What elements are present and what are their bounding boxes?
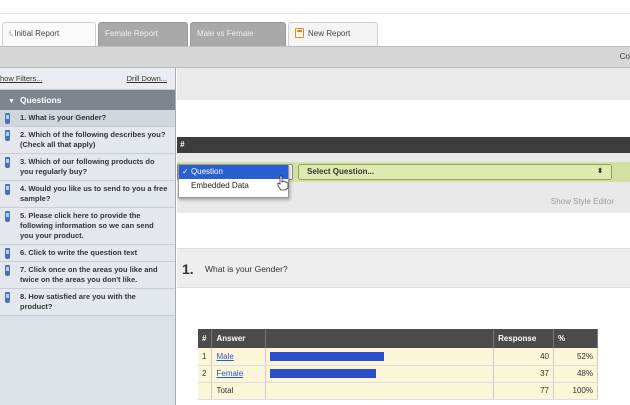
app-window: fₓInitial Report Female Report Male vs F…	[0, 0, 630, 405]
question-label: 7. Click once on the areas you like and …	[20, 265, 158, 284]
show-filters-link[interactable]: how Filters...	[0, 74, 43, 83]
question-label: 4. Would you like us to send to you a fr…	[20, 184, 168, 203]
question-icon	[5, 184, 10, 195]
new-report-icon	[295, 27, 304, 38]
option-label: Question	[190, 167, 223, 176]
sidebar-question-5[interactable]: 5. Please click here to provide the foll…	[0, 208, 175, 245]
question-select-value: Select Question...	[307, 167, 375, 176]
row-number: 1	[198, 348, 213, 366]
sidebar-question-7[interactable]: 7. Click once on the areas you like and …	[0, 262, 175, 289]
question-label: 3. Which of our following products do yo…	[20, 157, 155, 176]
report-tabs: fₓInitial Report Female Report Male vs F…	[0, 22, 630, 46]
table-row: 2 Female 37 48%	[198, 365, 598, 383]
collapse-triangle-icon: ▼	[8, 98, 15, 105]
response-count: 37	[493, 365, 555, 383]
mouse-cursor-icon	[277, 175, 289, 191]
column-header-answer: Answer	[211, 329, 267, 348]
report-header-band	[177, 68, 630, 100]
answer-cell: Male	[211, 348, 267, 366]
response-percent: 52%	[553, 348, 598, 366]
tab-initial-report[interactable]: fₓInitial Report	[2, 22, 96, 46]
answer-cell: Female	[211, 365, 267, 383]
toolbar: Co	[0, 46, 630, 68]
sidebar-question-6[interactable]: 6. Click to write the question text	[0, 245, 175, 262]
bar-cell-empty	[265, 382, 495, 400]
bar-cell	[265, 348, 495, 366]
sidebar-question-8[interactable]: 8. How satisfied are you with the produc…	[0, 289, 175, 316]
section-title: Questions	[19, 95, 62, 105]
tab-new-report[interactable]: New Report	[288, 22, 378, 46]
question-label: 8. How satisfied are you with the produc…	[20, 292, 136, 311]
menu-option-question[interactable]: ✓ Question	[179, 165, 288, 179]
item-type-dropdown-menu: ✓ Question Embedded Data	[178, 164, 289, 198]
tab-female-report[interactable]: Female Report	[98, 22, 188, 46]
menu-option-embedded-data[interactable]: Embedded Data	[179, 179, 288, 193]
question-label: 6. Click to write the question text	[20, 248, 138, 257]
question-icon	[5, 157, 10, 168]
response-count: 40	[493, 348, 555, 366]
table-total-row: Total 77 100%	[198, 382, 598, 400]
question-title-band: 1. What is your Gender?	[177, 248, 630, 288]
question-icon	[5, 130, 10, 141]
drill-down-link[interactable]: Drill Down...	[127, 74, 167, 83]
question-icon	[5, 113, 10, 124]
column-header-number: #	[198, 329, 213, 348]
column-header-response: Response	[493, 329, 555, 348]
question-number: 1.	[182, 261, 194, 277]
results-table: # Answer Response % 1 Male 40 52% 2 Fema…	[198, 329, 598, 400]
tab-label: Female Report	[105, 29, 158, 38]
column-header-percent: %	[553, 329, 598, 348]
editor-title-bar: #	[177, 137, 630, 153]
question-icon	[5, 292, 10, 303]
sidebar-question-1[interactable]: 1. What is your Gender?	[0, 110, 175, 127]
question-icon	[5, 248, 10, 259]
option-label: Embedded Data	[191, 181, 249, 190]
question-select[interactable]: Select Question... ⬍	[298, 164, 612, 180]
tab-label: Initial Report	[14, 29, 60, 38]
response-percent: 48%	[553, 365, 598, 383]
total-response: 77	[493, 382, 555, 400]
report-main: # Select Question... ⬍ ✓ Question Embedd…	[177, 68, 630, 405]
show-style-editor-link[interactable]: Show Style Editor	[551, 197, 614, 206]
questions-section-header[interactable]: ▼ Questions	[0, 90, 175, 110]
question-icon	[5, 211, 10, 222]
tab-male-vs-female[interactable]: Male vs Female	[190, 22, 286, 46]
answer-link-female[interactable]: Female	[216, 369, 243, 378]
question-label: 5. Please click here to provide the foll…	[20, 211, 154, 240]
bar-cell	[265, 365, 495, 383]
total-label: Total	[211, 382, 267, 400]
answer-link-male[interactable]: Male	[216, 352, 233, 361]
top-strip	[0, 0, 630, 14]
question-title: What is your Gender?	[205, 264, 288, 274]
sidebar: how Filters... Drill Down... ▼ Questions …	[0, 68, 176, 405]
toolbar-right-text[interactable]: Co	[620, 52, 630, 61]
row-number: 2	[198, 365, 213, 383]
question-icon	[5, 265, 10, 276]
sidebar-question-4[interactable]: 4. Would you like us to send to you a fr…	[0, 181, 175, 208]
question-label: 2. Which of the following describes you?…	[20, 130, 166, 149]
response-bar-female	[270, 369, 377, 378]
sidebar-question-2[interactable]: 2. Which of the following describes you?…	[0, 127, 175, 154]
response-bar-male	[270, 351, 385, 361]
sidebar-links: how Filters... Drill Down...	[0, 68, 175, 90]
total-percent: 100%	[553, 382, 598, 400]
tab-label: New Report	[308, 29, 351, 38]
row-number-empty	[198, 382, 213, 400]
sidebar-question-3[interactable]: 3. Which of our following products do yo…	[0, 154, 175, 181]
column-header-bar	[265, 329, 495, 348]
tab-label: Male vs Female	[197, 29, 254, 38]
table-row: 1 Male 40 52%	[198, 348, 598, 366]
question-label: 1. What is your Gender?	[20, 113, 107, 122]
select-arrows-icon: ⬍	[597, 168, 603, 175]
tab-prefix: fₓ	[9, 31, 14, 38]
